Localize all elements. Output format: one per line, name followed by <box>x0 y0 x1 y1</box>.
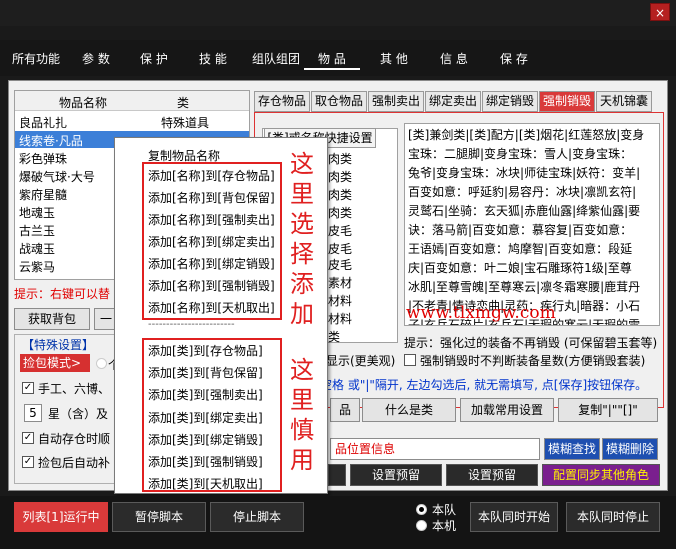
class-row[interactable]: 肉类 <box>328 204 352 221</box>
team-stop-button[interactable]: 本队同时停止 <box>566 502 660 532</box>
class-row[interactable]: 素材 <box>328 274 352 291</box>
enhanced-tip: 提示：强化过的装备不再销毁 (可保留碧玉套等) <box>404 336 658 350</box>
pickup-mode-button[interactable]: 捡包模式> <box>20 354 90 372</box>
tab-bind-sell[interactable]: 绑定卖出 <box>425 91 481 112</box>
tab-tianji[interactable]: 天机锦囊 <box>596 91 652 112</box>
pin-button[interactable]: 品 <box>330 398 360 422</box>
menu-all-functions[interactable]: 所有功能 <box>12 50 60 67</box>
annotation-char: 里 <box>290 180 314 208</box>
tab-bind-destroy[interactable]: 绑定销毁 <box>482 91 538 112</box>
auto-store-checkbox[interactable]: ✓ <box>22 432 34 444</box>
team-start-button[interactable]: 本队同时开始 <box>470 502 558 532</box>
menu-save[interactable]: 保 存 <box>500 50 528 67</box>
class-row[interactable]: 材料 <box>328 310 352 327</box>
star-input[interactable]: 5 <box>24 404 42 422</box>
menu-other[interactable]: 其 他 <box>380 50 408 67</box>
sync-roles-button[interactable]: 配置同步其他角色 <box>542 464 660 486</box>
menu-active-indicator <box>304 68 360 70</box>
annotation-box-bottom <box>142 338 282 492</box>
annotation-box-top <box>142 162 282 320</box>
menu-items[interactable]: 物 品 <box>318 50 346 67</box>
class-row[interactable]: 材料 <box>328 292 352 309</box>
set-preset-button[interactable]: 设置预留 <box>350 464 442 486</box>
tab-take-items[interactable]: 取仓物品 <box>311 91 367 112</box>
auto-refill-label: 捡包后自动补 <box>38 456 111 470</box>
ctx-separator: ------------------------ <box>148 319 235 330</box>
menu-skills[interactable]: 技 能 <box>199 50 227 67</box>
radio-team-label: 本队 <box>432 503 457 517</box>
radio-self[interactable] <box>416 520 427 531</box>
menu-info[interactable]: 信 息 <box>440 50 468 67</box>
special-settings-title: 【特殊设置】 <box>22 338 95 352</box>
watermark: www.tlxmgw.com <box>406 303 556 323</box>
annotation-char: 慎 <box>290 416 314 444</box>
ignore-stars-checkbox[interactable] <box>404 354 416 366</box>
what-is-class-button[interactable]: 什么是类 <box>362 398 456 422</box>
annotation-char: 用 <box>290 446 314 474</box>
annotation-char: 择 <box>290 240 314 268</box>
handcraft-label: 手工、六博、 <box>38 382 111 396</box>
menu-team[interactable]: 组队组团 <box>252 50 300 67</box>
stop-script-button[interactable]: 停止脚本 <box>210 502 304 532</box>
class-row[interactable]: 类 <box>328 328 340 345</box>
star-label: 星（含）及 <box>48 407 109 421</box>
annotation-char: 里 <box>290 386 314 414</box>
class-row[interactable]: 皮毛 <box>328 240 352 257</box>
ignore-stars-label: 强制销毁时不判断装备星数(方便销毁套装) <box>420 354 646 368</box>
class-row[interactable]: 肉类 <box>328 186 352 203</box>
annotation-char: 添 <box>290 270 314 298</box>
class-row[interactable]: 皮毛 <box>328 222 352 239</box>
position-info-field[interactable]: 品位置信息 <box>330 438 540 460</box>
fuzzy-delete-button[interactable]: 模糊删除 <box>602 438 658 460</box>
destroy-list-textarea[interactable]: [类]兼剑类|[类]配方|[类]烟花|红莲怒放|变身 宝珠：二腿脚|变身宝珠：雪… <box>404 123 660 326</box>
annotation-char: 选 <box>290 210 314 238</box>
partial-button[interactable] <box>328 464 346 486</box>
get-bag-button[interactable]: 获取背包 <box>14 308 90 330</box>
display-label: 显示(更美观) <box>326 354 396 368</box>
pickup-radio[interactable] <box>96 358 107 369</box>
load-common-button[interactable]: 加载常用设置 <box>460 398 554 422</box>
tab-force-destroy[interactable]: 强制销毁 <box>539 91 595 112</box>
auto-store-label: 自动存仓时顺 <box>38 432 111 446</box>
class-row[interactable]: 肉类 <box>328 150 352 167</box>
column-item-name[interactable]: 物品名称 <box>59 94 107 111</box>
pause-script-button[interactable]: 暂停脚本 <box>112 502 206 532</box>
menu-protect[interactable]: 保 护 <box>140 50 168 67</box>
radio-self-label: 本机 <box>432 519 457 533</box>
annotation-char: 这 <box>290 150 314 178</box>
handcraft-checkbox[interactable]: ✓ <box>22 382 34 394</box>
annotation-char: 加 <box>290 300 314 328</box>
close-button[interactable]: × <box>650 3 670 21</box>
column-type[interactable]: 类 <box>177 94 189 111</box>
tab-store-items[interactable]: 存仓物品 <box>254 91 310 112</box>
item-list-header: 物品名称 类 <box>15 91 249 111</box>
copy-separators-button[interactable]: 复制"|""[]" <box>558 398 658 422</box>
left-hint: 提示：右键可以替 <box>14 287 111 301</box>
tab-force-sell[interactable]: 强制卖出 <box>368 91 424 112</box>
class-row[interactable]: 肉类 <box>328 168 352 185</box>
radio-team[interactable] <box>416 504 427 515</box>
title-bar <box>0 0 676 26</box>
list-item[interactable]: 良品礼扎 特殊道具 <box>15 113 249 130</box>
annotation-char: 这 <box>290 356 314 384</box>
fuzzy-find-button[interactable]: 模糊查找 <box>544 438 600 460</box>
menu-params[interactable]: 参 数 <box>82 50 110 67</box>
separator-tip: 空格 或"|"隔开, 左边勾选后, 就无需填写, 点[保存]按钮保存。 <box>320 378 648 392</box>
run-status-badge: 列表[1]运行中 <box>14 502 108 532</box>
auto-refill-checkbox[interactable]: ✓ <box>22 456 34 468</box>
class-row[interactable]: 皮毛 <box>328 256 352 273</box>
set-preset-button-2[interactable]: 设置预留 <box>446 464 538 486</box>
